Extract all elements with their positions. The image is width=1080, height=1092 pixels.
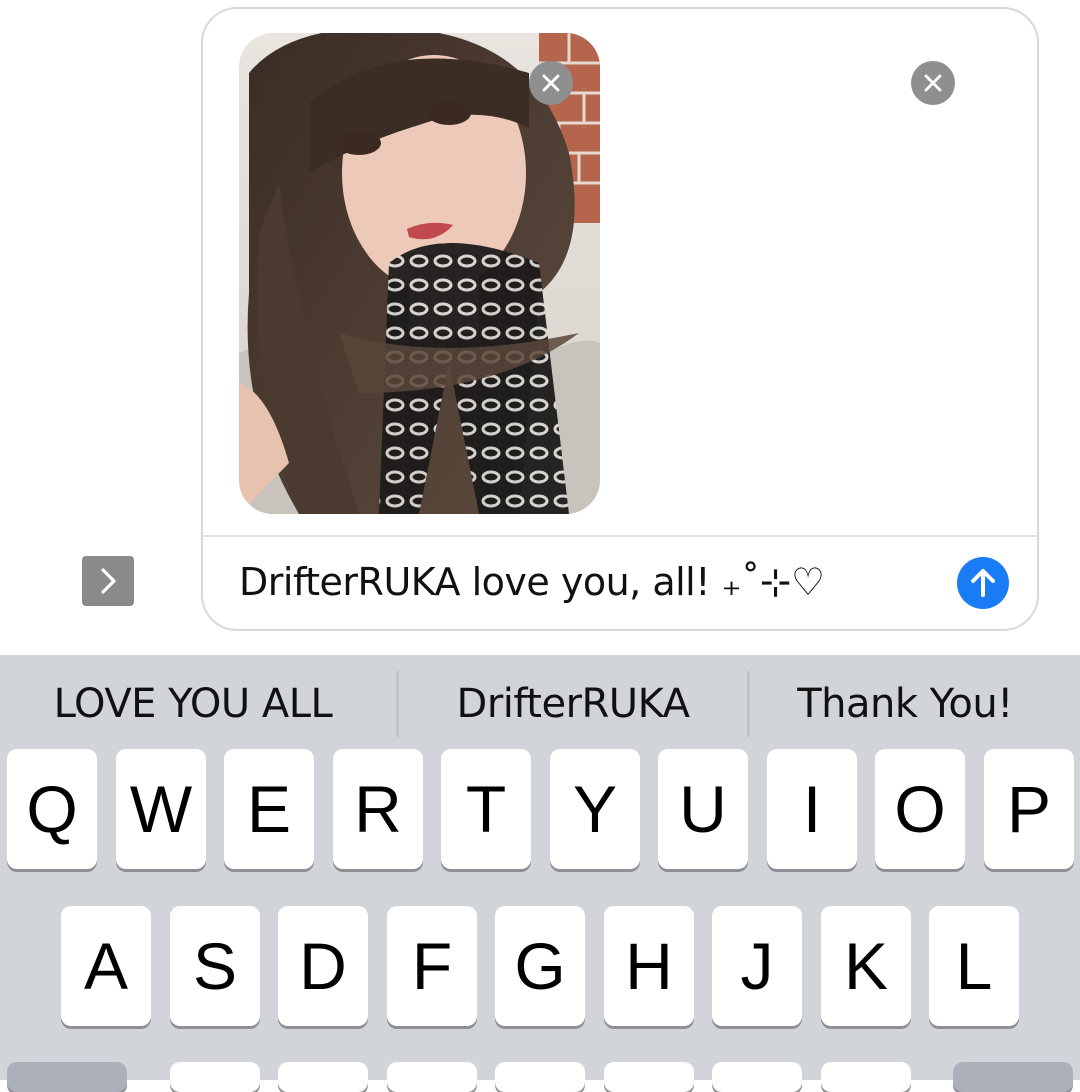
message-input[interactable]: DrifterRUKA love you, all! ₊˚⊹♡ — [239, 557, 879, 607]
key-shift[interactable] — [7, 1062, 127, 1092]
suggestion-3[interactable]: Thank You! — [750, 655, 1060, 747]
keyboard: LOVE YOU ALL DrifterRUKA Thank You! Q W … — [0, 655, 1080, 1092]
suggestion-2[interactable]: DrifterRUKA — [399, 655, 747, 747]
expand-apps-button[interactable] — [82, 556, 134, 606]
key-v[interactable] — [495, 1062, 585, 1092]
key-b[interactable] — [604, 1062, 694, 1092]
send-button[interactable] — [957, 557, 1009, 609]
key-u[interactable]: U — [658, 749, 748, 869]
key-j[interactable]: J — [712, 906, 802, 1026]
message-compose-box: DrifterRUKA love you, all! ₊˚⊹♡ — [201, 7, 1039, 631]
key-a[interactable]: A — [61, 906, 151, 1026]
key-c[interactable] — [387, 1062, 477, 1092]
key-e[interactable]: E — [224, 749, 314, 869]
remove-attachment-button[interactable] — [529, 61, 573, 105]
key-l[interactable]: L — [929, 906, 1019, 1026]
key-d[interactable]: D — [278, 906, 368, 1026]
compose-divider — [203, 535, 1037, 537]
key-r[interactable]: R — [333, 749, 423, 869]
remove-attachment-button-2[interactable] — [911, 61, 955, 105]
key-t[interactable]: T — [441, 749, 531, 869]
key-h[interactable]: H — [604, 906, 694, 1026]
arrow-up-icon — [971, 569, 995, 597]
key-q[interactable]: Q — [7, 749, 97, 869]
photo-image — [239, 33, 600, 514]
key-n[interactable] — [712, 1062, 802, 1092]
suggestion-1[interactable]: LOVE YOU ALL — [0, 655, 386, 747]
attached-photo[interactable] — [239, 33, 600, 514]
chevron-right-icon — [101, 568, 116, 594]
key-f[interactable]: F — [387, 906, 477, 1026]
key-p[interactable]: P — [984, 749, 1074, 869]
suggestion-bar: LOVE YOU ALL DrifterRUKA Thank You! — [0, 655, 1080, 747]
key-g[interactable]: G — [495, 906, 585, 1026]
key-k[interactable]: K — [821, 906, 911, 1026]
key-s[interactable]: S — [170, 906, 260, 1026]
key-backspace[interactable] — [953, 1062, 1073, 1092]
close-icon — [542, 74, 560, 92]
key-x[interactable] — [278, 1062, 368, 1092]
close-icon — [924, 74, 942, 92]
key-z[interactable] — [170, 1062, 260, 1092]
key-y[interactable]: Y — [550, 749, 640, 869]
key-w[interactable]: W — [116, 749, 206, 869]
key-o[interactable]: O — [875, 749, 965, 869]
key-i[interactable]: I — [767, 749, 857, 869]
key-m[interactable] — [821, 1062, 911, 1092]
